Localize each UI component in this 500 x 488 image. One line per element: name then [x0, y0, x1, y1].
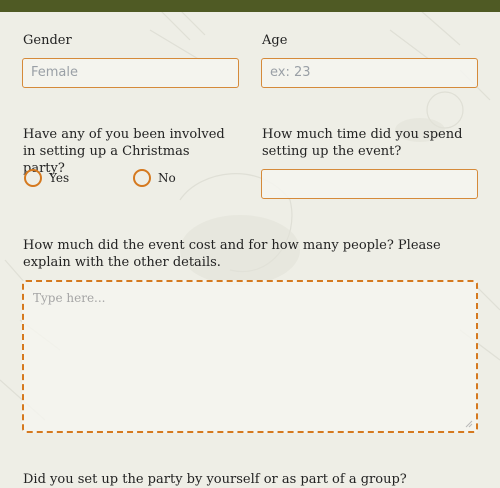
radio-yes-circle[interactable]: [24, 169, 42, 187]
time-input[interactable]: [261, 169, 478, 199]
age-input[interactable]: ex: 23: [261, 58, 478, 88]
top-bar: [0, 0, 500, 12]
resize-handle-icon[interactable]: [465, 420, 473, 428]
cost-textarea-placeholder: Type here...: [33, 291, 106, 305]
gender-input[interactable]: Female: [22, 58, 239, 88]
radio-no-circle[interactable]: [133, 169, 151, 187]
radio-no-label: No: [158, 171, 176, 185]
radio-yes[interactable]: Yes: [24, 169, 69, 187]
cost-textarea[interactable]: Type here...: [22, 280, 478, 433]
radio-no[interactable]: No: [133, 169, 176, 187]
cost-question: How much did the event cost and for how …: [23, 238, 441, 270]
radio-yes-label: Yes: [49, 171, 70, 185]
gender-label: Gender: [23, 33, 72, 48]
age-label: Age: [262, 33, 288, 48]
group-question: Did you set up the party by yourself or …: [23, 472, 407, 487]
time-question: How much time did you spend setting up t…: [262, 127, 463, 159]
